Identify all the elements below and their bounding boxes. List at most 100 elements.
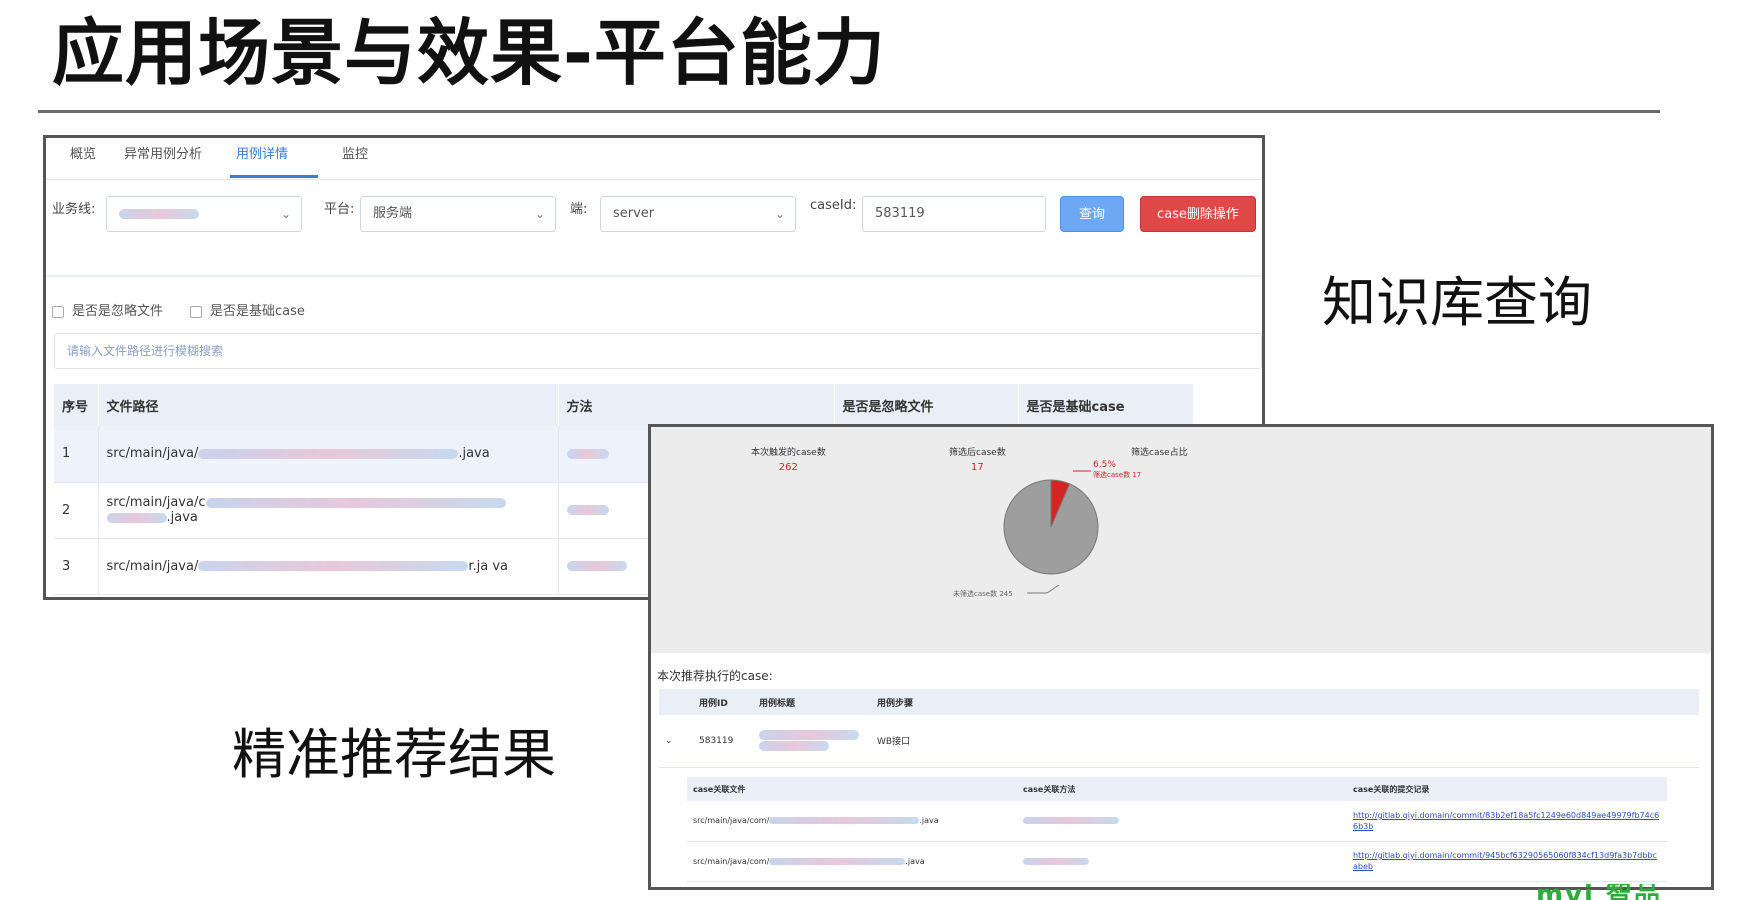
row-file-path: src/main/java/ .java (98, 426, 559, 483)
blurred-path (769, 817, 920, 825)
table-row: src/main/java/com/ .java http://gitlab.qi… (687, 841, 1667, 882)
caseid-input[interactable]: 583119 (862, 196, 1046, 232)
base-case-checkbox[interactable]: 是否是基础case (190, 300, 305, 319)
blurred-path (198, 448, 459, 459)
tab-case-detail[interactable]: 用例详情 (230, 144, 318, 178)
related-file: src/main/java/com/ .java (687, 841, 1017, 882)
table-header-row: case关联文件 case关联方法 case关联的提交记录 (687, 777, 1667, 801)
col-related-commit: case关联的提交记录 (1347, 777, 1667, 801)
tab-monitor[interactable]: 监控 (336, 144, 374, 178)
row-index: 1 (54, 426, 99, 483)
related-commit: http://gitlab.qiyi.domain/commit/83b2ef1… (1347, 801, 1667, 842)
path-prefix: src/main/java/ (106, 558, 199, 574)
case-step: WB接口 (871, 715, 1699, 768)
file-path-search-input[interactable]: 请输入文件路径进行模糊搜索 (54, 333, 1262, 369)
case-id: 583119 (693, 715, 753, 768)
col-related-file: case关联文件 (687, 777, 1017, 801)
brand-logo-text: mvi 智品 (1536, 884, 1663, 900)
pie-slice-other (1003, 479, 1099, 575)
row-file-path: src/main/java/c .java (98, 482, 559, 539)
table-row: src/main/java/com/ .java http://gitlab.qi… (687, 801, 1667, 842)
platform-label: 平台: (324, 202, 355, 217)
blurred-path (106, 512, 167, 523)
checkbox-icon (190, 305, 202, 318)
end-select[interactable]: server ⌄ (600, 196, 796, 232)
case-title (753, 715, 871, 768)
col-case-step: 用例步骤 (871, 689, 1699, 715)
caption-precise-recommendation: 精准推荐结果 (232, 723, 556, 786)
row-index: 2 (54, 482, 99, 539)
tab-abnormal-analysis[interactable]: 异常用例分析 (118, 144, 208, 178)
ignore-file-label: 是否是忽略文件 (72, 304, 164, 319)
col-related-method: case关联方法 (1017, 777, 1347, 801)
file-suffix: .java (905, 856, 925, 866)
base-case-label: 是否是基础case (210, 304, 305, 319)
col-index: 序号 (54, 384, 99, 426)
related-commit: http://gitlab.qiyi.domain/commit/945bcf6… (1347, 841, 1667, 882)
col-case-id: 用例ID (693, 689, 753, 715)
row-index: 3 (54, 538, 99, 595)
path-suffix: .java (458, 446, 490, 462)
platform-select[interactable]: 服务端 ⌄ (360, 196, 556, 232)
tab-overview[interactable]: 概览 (64, 144, 102, 178)
path-suffix: .java (166, 510, 198, 525)
recommended-case-table: 用例ID 用例标题 用例步骤 ⌄ 583119 WB接口 (659, 689, 1699, 768)
blurred-value (119, 208, 199, 219)
col-file-path: 文件路径 (98, 384, 559, 426)
blurred-title (759, 730, 859, 741)
case-relation-table: case关联文件 case关联方法 case关联的提交记录 src/main/j… (687, 777, 1667, 882)
related-method (1017, 801, 1347, 842)
table-row[interactable]: ⌄ 583119 WB接口 (659, 715, 1699, 768)
col-ignore-file: 是否是忽略文件 (834, 384, 1019, 426)
platform-value: 服务端 (373, 206, 413, 221)
commit-link[interactable]: http://gitlab.qiyi.domain/commit/83b2ef1… (1353, 811, 1659, 831)
stat-triggered-cases: 本次触发的case数 262 (751, 445, 826, 473)
caption-knowledge-base: 知识库查询 (1322, 271, 1592, 334)
chevron-down-icon: ⌄ (774, 207, 785, 221)
table-header-row: 用例ID 用例标题 用例步骤 (659, 689, 1699, 715)
col-case-title: 用例标题 (753, 689, 871, 715)
path-prefix: src/main/java/ (106, 446, 199, 462)
blurred-title (759, 740, 829, 751)
case-delete-button[interactable]: case删除操作 (1140, 196, 1256, 232)
stat-value: 262 (778, 462, 798, 473)
case-ratio-pie-chart: 6.5% 筛选case数 17 未筛选case数 245 (953, 460, 1141, 598)
related-file: src/main/java/com/ .java (687, 801, 1017, 842)
query-button[interactable]: 查询 (1060, 196, 1124, 232)
blurred-method (566, 561, 627, 571)
brand-logo: mvi 智品 (1536, 884, 1696, 900)
tab-bar: 概览 异常用例分析 用例详情 监控 (46, 138, 1262, 180)
end-label: 端: (570, 202, 588, 217)
chart-panel: 本次触发的case数 262 筛选后case数 17 筛选case占比 6.5%… (651, 427, 1711, 653)
recommend-result-screenshot: 本次触发的case数 262 筛选后case数 17 筛选case占比 6.5%… (648, 424, 1714, 890)
business-line-label: 业务线: (52, 202, 96, 217)
pie-slices (1003, 479, 1099, 575)
related-method (1017, 841, 1347, 882)
ignore-file-checkbox[interactable]: 是否是忽略文件 (52, 300, 163, 319)
blurred-method (566, 505, 609, 515)
file-suffix: .java (919, 816, 939, 826)
file-prefix: src/main/java/com/ (693, 856, 770, 866)
checkbox-icon (52, 305, 64, 318)
blurred-path (205, 497, 506, 508)
commit-link[interactable]: http://gitlab.qiyi.domain/commit/945bcf6… (1353, 851, 1657, 871)
col-method: 方法 (558, 384, 835, 426)
leader-line-other (1046, 584, 1060, 594)
title-divider (38, 110, 1660, 113)
blurred-path (198, 561, 469, 571)
table-header-row: 序号 文件路径 方法 是否是忽略文件 是否是基础case (54, 384, 1194, 426)
row-file-path: src/main/java/r.ja va (98, 538, 559, 595)
end-value: server (613, 206, 655, 221)
section-divider (46, 275, 1262, 277)
file-prefix: src/main/java/com/ (693, 816, 770, 826)
col-base-case: 是否是基础case (1018, 384, 1194, 426)
slide-title: 应用场景与效果-平台能力 (52, 11, 886, 95)
path-prefix: src/main/java/c (106, 495, 206, 510)
recommended-cases-label: 本次推荐执行的case: (657, 669, 773, 683)
business-line-select[interactable]: ⌄ (106, 196, 302, 232)
blurred-method (566, 448, 609, 459)
pie-selected-label: 筛选case数 17 (1093, 470, 1141, 479)
blurred-method (1023, 857, 1089, 865)
pie-other-label: 未筛选case数 245 (953, 589, 1013, 598)
expand-row-icon[interactable]: ⌄ (659, 715, 693, 768)
